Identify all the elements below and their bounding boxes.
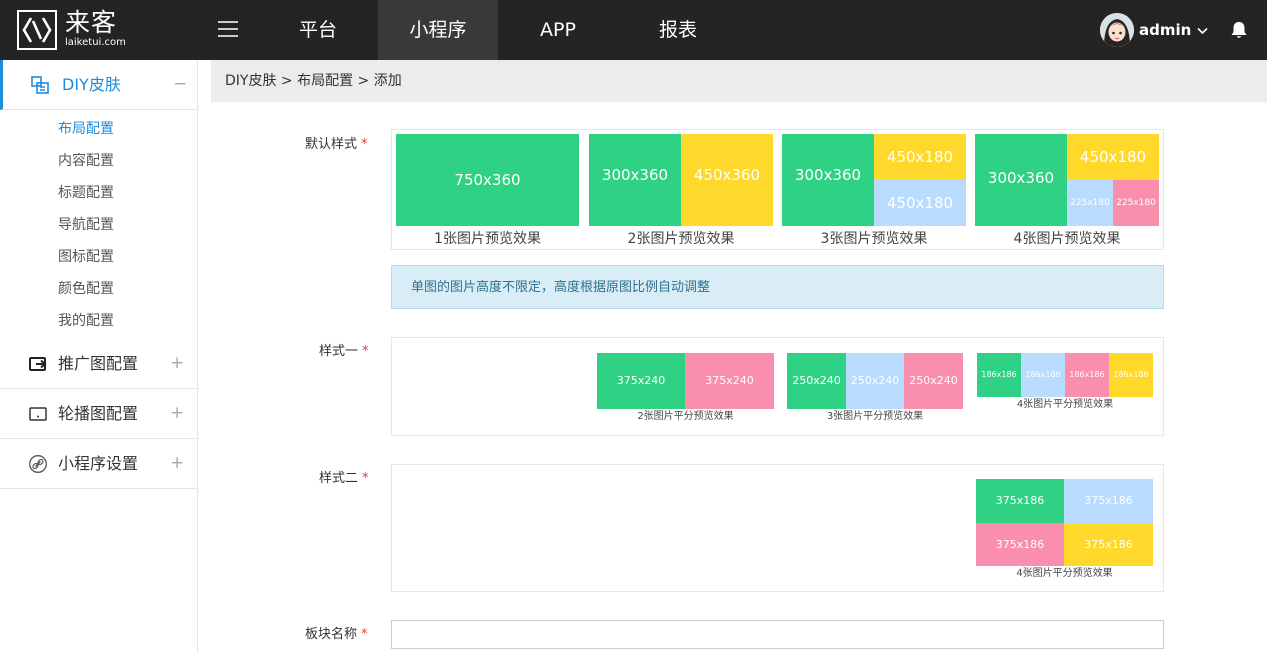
sidebar-group-promo[interactable]: 推广图配置 + bbox=[0, 339, 197, 389]
layout-option-3[interactable]: 300x360 450x180 450x180 3张图片预览效果 bbox=[782, 134, 966, 249]
preview-tile: 450x180 bbox=[874, 180, 966, 226]
preview-tile: 375x186 bbox=[1064, 479, 1153, 523]
preview-tile: 225x180 bbox=[1067, 180, 1113, 226]
logo-domain: laiketui.com bbox=[65, 37, 126, 48]
required-mark: * bbox=[362, 344, 369, 359]
top-bar: 来客 laiketui.com 平台 小程序 APP 报表 admin bbox=[0, 0, 1267, 60]
preview-tile: 450x360 bbox=[681, 134, 773, 226]
link-icon bbox=[28, 454, 48, 474]
sidebar-item-title[interactable]: 标题配置 bbox=[0, 177, 197, 209]
style-one-label: 样式一 * bbox=[319, 344, 369, 360]
preview-tile: 450x180 bbox=[1067, 134, 1159, 180]
expand-icon[interactable]: + bbox=[170, 452, 184, 474]
sidebar-item-content[interactable]: 内容配置 bbox=[0, 145, 197, 177]
style-one-panel: 375x240 375x240 2张图片平分预览效果 250x240 250x2… bbox=[391, 337, 1164, 436]
sidebar-group-diy-skin[interactable]: DIY皮肤 − bbox=[0, 60, 197, 110]
field-label-text: 样式一 bbox=[319, 344, 359, 359]
slideshow-icon bbox=[28, 404, 48, 424]
required-mark: * bbox=[361, 627, 368, 642]
preview-tile: 375x186 bbox=[976, 479, 1064, 523]
layout-option-4-grid[interactable]: 375x186 375x186 375x186 375x186 4张图片平分预览… bbox=[976, 479, 1153, 583]
field-label-text: 板块名称 bbox=[305, 627, 358, 642]
sidebar-group-carousel[interactable]: 轮播图配置 + bbox=[0, 389, 197, 439]
sidebar-item-mine[interactable]: 我的配置 bbox=[0, 305, 197, 337]
menu-toggle-icon[interactable] bbox=[218, 21, 238, 39]
user-menu[interactable]: admin bbox=[1139, 19, 1208, 41]
preview-tile: 250x240 bbox=[904, 353, 963, 409]
layout-option-2[interactable]: 300x360 450x360 2张图片预览效果 bbox=[589, 134, 773, 249]
style-two-label: 样式二 * bbox=[319, 471, 369, 487]
option-caption: 2张图片预览效果 bbox=[627, 231, 735, 247]
preview-tile: 750x360 bbox=[396, 134, 579, 226]
export-icon bbox=[28, 354, 48, 374]
sidebar-group-label: 推广图配置 bbox=[58, 354, 139, 373]
layout-option-2-equal[interactable]: 375x240 375x240 2张图片平分预览效果 bbox=[597, 353, 774, 425]
expand-icon[interactable]: + bbox=[170, 402, 184, 424]
chevron-down-icon bbox=[1197, 19, 1208, 41]
logo-text: 来客 bbox=[65, 8, 118, 37]
preview-tile: 250x240 bbox=[846, 353, 904, 409]
sidebar-item-navigation[interactable]: 导航配置 bbox=[0, 209, 197, 241]
preview-tile: 186x186 bbox=[1109, 353, 1153, 397]
breadcrumb: DIY皮肤 > 布局配置 > 添加 bbox=[225, 73, 402, 89]
preview-tile: 186x186 bbox=[1021, 353, 1065, 397]
preview-tile: 300x360 bbox=[589, 134, 681, 226]
option-caption: 4张图片平分预览效果 bbox=[1016, 568, 1113, 579]
expand-icon[interactable]: + bbox=[170, 352, 184, 374]
sidebar-group-label: 轮播图配置 bbox=[58, 404, 139, 423]
option-caption: 3张图片预览效果 bbox=[820, 231, 928, 247]
required-mark: * bbox=[362, 471, 369, 486]
nav-tab-platform[interactable]: 平台 bbox=[258, 0, 378, 60]
sidebar-group-label: DIY皮肤 bbox=[62, 75, 121, 94]
layout-option-3-equal[interactable]: 250x240 250x240 250x240 3张图片平分预览效果 bbox=[787, 353, 963, 425]
nav-tab-miniprogram[interactable]: 小程序 bbox=[378, 0, 498, 60]
preview-tile: 300x360 bbox=[782, 134, 874, 226]
preview-tile: 375x240 bbox=[685, 353, 774, 409]
sidebar-item-icon[interactable]: 图标配置 bbox=[0, 241, 197, 273]
option-caption: 3张图片平分预览效果 bbox=[826, 411, 924, 422]
nav-tab-reports[interactable]: 报表 bbox=[618, 0, 738, 60]
option-caption: 4张图片预览效果 bbox=[1013, 231, 1121, 247]
user-name: admin bbox=[1139, 21, 1192, 39]
block-name-label: 板块名称 * bbox=[305, 627, 368, 643]
preview-tile: 375x186 bbox=[1064, 523, 1153, 566]
preview-tile: 300x360 bbox=[975, 134, 1067, 226]
style-two-panel: 375x186 375x186 375x186 375x186 4张图片平分预览… bbox=[391, 464, 1164, 592]
default-style-panel: 750x360 1张图片预览效果 300x360 450x360 2张图片预览效… bbox=[391, 129, 1164, 250]
layout-option-1[interactable]: 750x360 1张图片预览效果 bbox=[396, 134, 579, 249]
option-caption: 1张图片预览效果 bbox=[434, 231, 541, 247]
collapse-icon[interactable]: − bbox=[173, 73, 187, 95]
field-label-text: 默认样式 bbox=[305, 137, 358, 152]
sidebar-group-miniprogram-settings[interactable]: 小程序设置 + bbox=[0, 439, 197, 489]
field-label-text: 样式二 bbox=[319, 471, 359, 486]
notice-text: 单图的图片高度不限定，高度根据原图比例自动调整 bbox=[411, 280, 711, 295]
required-mark: * bbox=[361, 137, 368, 152]
block-name-input[interactable] bbox=[391, 620, 1164, 649]
layout-option-4-equal[interactable]: 186x186 186x186 186x186 186x186 4张图片平分预览… bbox=[977, 353, 1153, 413]
nav-tab-app[interactable]: APP bbox=[498, 0, 618, 60]
sidebar-submenu: 布局配置 内容配置 标题配置 导航配置 图标配置 颜色配置 我的配置 bbox=[0, 110, 197, 339]
preview-tile: 250x240 bbox=[787, 353, 846, 409]
preview-tile: 225x180 bbox=[1113, 180, 1159, 226]
preview-tile: 375x240 bbox=[597, 353, 685, 409]
preview-tile: 186x186 bbox=[1065, 353, 1109, 397]
option-caption: 2张图片平分预览效果 bbox=[637, 411, 734, 422]
default-style-label: 默认样式 * bbox=[305, 137, 368, 153]
breadcrumb-bar: DIY皮肤 > 布局配置 > 添加 bbox=[211, 60, 1267, 102]
sidebar-item-color[interactable]: 颜色配置 bbox=[0, 273, 197, 305]
skin-icon bbox=[30, 75, 50, 95]
preview-tile: 450x180 bbox=[874, 134, 966, 180]
sidebar-group-label: 小程序设置 bbox=[58, 454, 139, 473]
preview-tile: 375x186 bbox=[976, 523, 1064, 566]
avatar[interactable] bbox=[1100, 13, 1134, 47]
sidebar-item-layout[interactable]: 布局配置 bbox=[0, 113, 197, 145]
option-caption: 4张图片平分预览效果 bbox=[1016, 399, 1114, 410]
logo[interactable]: 来客 laiketui.com bbox=[17, 8, 127, 52]
logo-mark-icon bbox=[17, 10, 57, 50]
info-notice: 单图的图片高度不限定，高度根据原图比例自动调整 bbox=[391, 265, 1164, 309]
preview-tile: 186x186 bbox=[977, 353, 1021, 397]
bell-icon[interactable] bbox=[1229, 20, 1249, 40]
sidebar: DIY皮肤 − 布局配置 内容配置 标题配置 导航配置 图标配置 颜色配置 我的… bbox=[0, 60, 198, 653]
layout-option-4[interactable]: 300x360 450x180 225x180 225x180 4张图片预览效果 bbox=[975, 134, 1159, 249]
